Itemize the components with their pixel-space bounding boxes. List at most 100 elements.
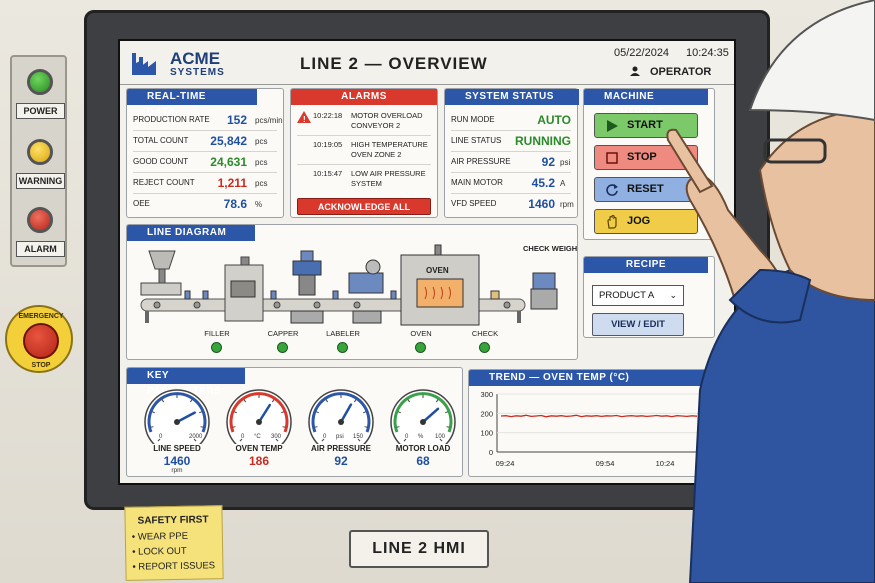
safety-note: SAFETY FIRST • WEAR PPE • LOCK OUT • REP… <box>124 505 224 581</box>
y-tick-label: 300 <box>480 390 493 399</box>
gauge-max: 150 <box>353 434 364 440</box>
status-row-label: RUN MODE <box>451 115 495 124</box>
hmi-nameplate: LINE 2 HMI <box>349 530 489 568</box>
realtime-row-value: 25,842 <box>210 134 247 148</box>
gauge-dial: 0 300°C <box>226 389 292 444</box>
estop-top-text: EMERGENCY <box>18 313 64 320</box>
machine-controls-title: MACHINE CONTROLS <box>584 89 708 118</box>
oven-machine <box>400 244 480 326</box>
station-status-dot <box>337 342 348 353</box>
alarm-message[interactable]: MOTOR OVERLOAD CONVEYOR 2 <box>351 111 437 131</box>
recipe-select[interactable]: PRODUCT A ⌄ <box>592 285 684 306</box>
y-tick-label: 200 <box>480 409 493 418</box>
gauge-dial: 0 150psi <box>308 389 374 444</box>
alarm-time: 10:15:47 <box>313 169 343 178</box>
gauge-label: AIR PRESSURE <box>310 444 371 453</box>
trend-title: TREND — OVEN TEMP (°C) <box>469 370 719 386</box>
station-label: CAPPER <box>267 329 299 338</box>
row-divider <box>133 172 277 173</box>
status-row-label: VFD SPEED <box>451 199 497 208</box>
realtime-row-label: TOTAL COUNT <box>133 136 189 145</box>
trend-chart: 0 100 200 300 09:24 09:54 10:24 <box>480 390 705 468</box>
button-label: STOP <box>627 151 657 163</box>
gauge-value: 68 <box>416 454 430 468</box>
brand-title: ACME <box>170 49 221 68</box>
factory-icon <box>132 53 156 75</box>
status-row-value: AUTO <box>537 113 571 127</box>
alarm-time: 10:22:18 <box>313 111 343 120</box>
station-label: OVEN <box>410 329 432 338</box>
row-divider <box>451 130 571 131</box>
page-title: LINE 2 — OVERVIEW <box>300 54 488 73</box>
alarm-message[interactable]: HIGH TEMPERATURE OVEN ZONE 2 <box>351 140 437 160</box>
status-row-value: RUNNING <box>515 134 571 148</box>
realtime-row-unit: pcs <box>255 158 268 167</box>
status-row-value: 1460 <box>528 197 555 211</box>
status-row-unit: rpm <box>560 200 574 209</box>
gauge-dial: 0 2000 <box>144 389 210 444</box>
power-lamp <box>27 69 53 95</box>
station-label: LABELER <box>326 329 360 338</box>
reset-button[interactable]: RESET <box>594 177 698 202</box>
realtime-row-label: PRODUCTION RATE <box>133 115 210 124</box>
gauge-value: 186 <box>248 454 270 468</box>
system-status-panel: SYSTEM STATUS RUN MODE AUTO LINE STATUS RUN… <box>444 88 579 218</box>
trend-panel: TREND — OVEN TEMP (°C) 0 100 200 300 09:24 09… <box>468 369 719 477</box>
warning-lamp <box>27 139 53 165</box>
emergency-stop[interactable]: EMERGENCY STOP <box>5 305 73 373</box>
row-divider <box>133 193 277 194</box>
row-divider <box>297 164 431 165</box>
stop-icon <box>606 152 618 164</box>
status-row-value: 92 <box>541 155 555 169</box>
check-weigher-text: CHECK WEIGHER <box>523 244 577 253</box>
note-item: • LOCK OUT <box>132 545 187 558</box>
note-item: • WEAR PPE <box>131 530 189 543</box>
gauge-max: 300 <box>271 434 282 440</box>
indicator-panel: POWER WARNING ALARM <box>10 55 67 267</box>
filler-machine <box>140 250 182 296</box>
capper-machine <box>290 250 324 324</box>
row-divider <box>133 130 277 131</box>
hmi-screen: ACME SYSTEMS LINE 2 — OVERVIEW 05/22/202… <box>118 39 736 485</box>
gauge-value: 92 <box>334 454 348 468</box>
reset-icon <box>606 184 618 196</box>
stop-button[interactable]: STOP <box>594 145 698 170</box>
user-name: OPERATOR <box>650 66 712 78</box>
user-display[interactable]: OPERATOR <box>630 66 711 78</box>
alarm-time: 10:19:05 <box>313 140 343 149</box>
status-row-unit: psi <box>560 158 571 167</box>
row-divider <box>297 135 431 136</box>
system-status-title: SYSTEM STATUS <box>445 89 579 105</box>
labeler-machine <box>348 259 384 324</box>
check-weigher-machine <box>530 272 558 310</box>
hand-icon <box>607 215 617 229</box>
alarms-title: ALARMS <box>291 89 437 105</box>
time-display: 10:24:35 <box>686 47 729 59</box>
gauge-unit: psi <box>336 434 344 440</box>
alarm-label: ALARM <box>16 241 65 257</box>
view-edit-button[interactable]: VIEW / EDIT <box>592 313 684 336</box>
y-tick-label: 100 <box>480 429 493 438</box>
key-parameters-title: KEY PARAMETERS <box>127 368 245 397</box>
realtime-row-value: 78.6 <box>223 197 247 211</box>
start-button[interactable]: START <box>594 113 698 138</box>
row-divider <box>451 193 571 194</box>
power-label: POWER <box>16 103 65 119</box>
button-label: RESET <box>627 183 664 195</box>
realtime-row-value: 152 <box>226 113 247 127</box>
realtime-row-label: OEE <box>133 199 150 208</box>
gauge-max: 100 <box>435 434 446 440</box>
alarm-message[interactable]: LOW AIR PRESSURE SYSTEM <box>351 169 437 189</box>
acknowledge-all-button[interactable]: ACKNOWLEDGE ALL <box>297 198 431 215</box>
brand-subtitle: SYSTEMS <box>170 67 225 78</box>
jog-button[interactable]: JOG <box>594 209 698 234</box>
play-icon <box>607 120 618 132</box>
estop-button[interactable] <box>23 323 59 359</box>
gauge-label: MOTOR LOAD <box>395 444 451 453</box>
gauge-dial: 0 100% <box>390 389 456 444</box>
y-tick-label: 0 <box>489 448 493 457</box>
realtime-row-label: GOOD COUNT <box>133 157 189 166</box>
warning-icon: ! <box>297 111 311 123</box>
gauge-max: 2000 <box>189 434 203 440</box>
recipe-title: RECIPE <box>584 257 708 273</box>
